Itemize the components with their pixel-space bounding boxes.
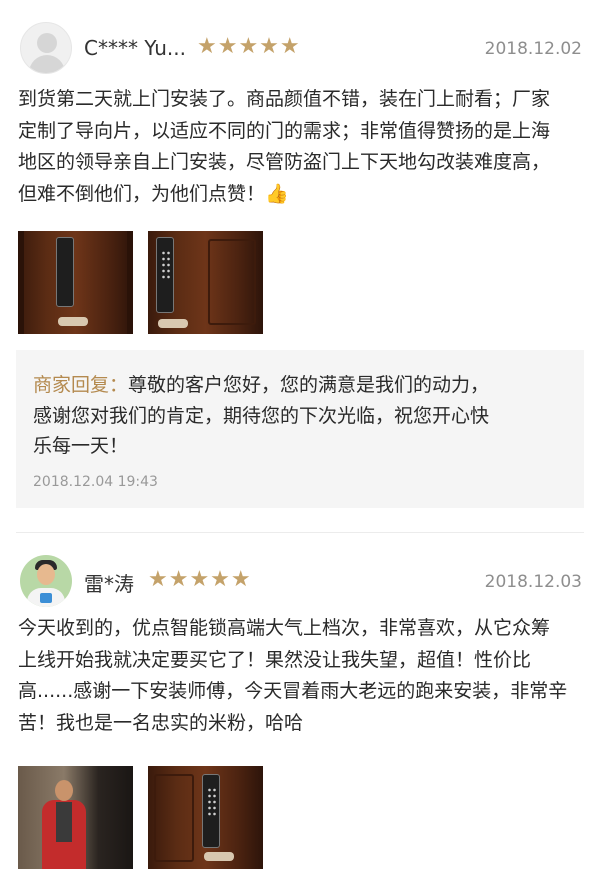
review-line: 上线开始我就决定要买它了！果然没让我失望，超值！性价比 bbox=[18, 648, 532, 671]
review-line: 今天收到的，优点智能锁高端大气上档次，非常喜欢，从它众筹 bbox=[18, 617, 551, 639]
review-line: 地区的领导亲自上门安装，尽管防盗门上下天地勾改装难度高， bbox=[18, 151, 551, 173]
avatar-shirt-logo bbox=[40, 593, 52, 603]
door-frame bbox=[127, 231, 133, 334]
star-rating-icon: ★★★★★ bbox=[148, 567, 252, 592]
review-card: C**** Yu... ★★★★★ 2018.12.02 到货第二天就上门安装了… bbox=[0, 0, 600, 508]
star-rating-icon: ★★★★★ bbox=[197, 34, 301, 59]
keypad-icon bbox=[207, 787, 217, 817]
avatar-face bbox=[37, 564, 55, 585]
smart-lock-icon bbox=[202, 774, 220, 848]
door-panel bbox=[154, 774, 194, 862]
review-header: C**** Yu... ★★★★★ 2018.12.02 bbox=[0, 0, 600, 78]
review-text: 今天收到的，优点智能锁高端大气上档次，非常喜欢，从它众筹 上线开始我就决定要买它… bbox=[18, 613, 584, 739]
avatar-placeholder-head bbox=[37, 33, 57, 53]
door-frame bbox=[18, 231, 24, 334]
user-name: C**** Yu... bbox=[84, 36, 186, 60]
person-head bbox=[55, 780, 73, 801]
review-line: 苦！我也是一名忠实的米粉，哈哈 bbox=[18, 711, 304, 734]
review-line: 但难不倒他们，为他们点赞！👍 bbox=[18, 182, 289, 205]
reply-text: 商家回复：尊敬的客户您好，您的满意是我们的动力， 感谢您对我们的肯定，期待您的下… bbox=[33, 370, 573, 462]
smart-lock-keypad-photo[interactable] bbox=[148, 231, 263, 334]
user-avatar[interactable] bbox=[20, 555, 72, 607]
door-handle bbox=[158, 319, 188, 328]
review-card: 雷*涛 ★★★★★ 2018.12.03 今天收到的，优点智能锁高端大气上档次，… bbox=[0, 533, 600, 869]
review-header: 雷*涛 ★★★★★ 2018.12.03 bbox=[0, 533, 600, 611]
review-line: 高......感谢一下安装师傅，今天冒着雨大老远的跑来安装，非常辛 bbox=[18, 680, 568, 702]
installed-lock-photo[interactable] bbox=[148, 766, 263, 869]
review-line: 到货第二天就上门安装了。商品颜值不错，装在门上耐看；厂家 bbox=[18, 88, 551, 110]
person-vest bbox=[56, 802, 72, 842]
review-date: 2018.12.02 bbox=[484, 39, 582, 59]
user-avatar[interactable] bbox=[20, 22, 72, 74]
review-line: 定制了导向片，以适应不同的门的需求；非常值得赞扬的是上海 bbox=[18, 119, 551, 142]
smart-lock-door-photo[interactable] bbox=[18, 231, 133, 334]
smart-lock-icon bbox=[156, 237, 174, 313]
review-text: 到货第二天就上门安装了。商品颜值不错，装在门上耐看；厂家 定制了导向片，以适应不… bbox=[18, 84, 584, 210]
door-handle bbox=[204, 852, 234, 861]
reply-line: 乐每一天！ bbox=[33, 435, 129, 457]
door-handle bbox=[58, 317, 88, 326]
keypad-icon bbox=[161, 250, 171, 280]
reply-line: 商家回复：尊敬的客户您好，您的满意是我们的动力， bbox=[33, 370, 573, 401]
reply-label: 商家回复： bbox=[33, 374, 129, 396]
reply-line: 感谢您对我们的肯定，期待您的下次光临，祝您开心快 bbox=[33, 404, 490, 427]
user-name: 雷*涛 bbox=[84, 572, 134, 596]
door-panel bbox=[208, 239, 256, 325]
reply-timestamp: 2018.12.04 19:43 bbox=[33, 474, 158, 490]
merchant-reply: 商家回复：尊敬的客户您好，您的满意是我们的动力， 感谢您对我们的肯定，期待您的下… bbox=[16, 350, 584, 508]
review-date: 2018.12.03 bbox=[484, 572, 582, 592]
smart-lock-icon bbox=[56, 237, 74, 307]
installer-photo[interactable] bbox=[18, 766, 133, 869]
avatar-placeholder-body bbox=[29, 55, 65, 73]
reply-line-text: 尊敬的客户您好，您的满意是我们的动力， bbox=[128, 374, 490, 396]
person-figure bbox=[42, 780, 86, 869]
